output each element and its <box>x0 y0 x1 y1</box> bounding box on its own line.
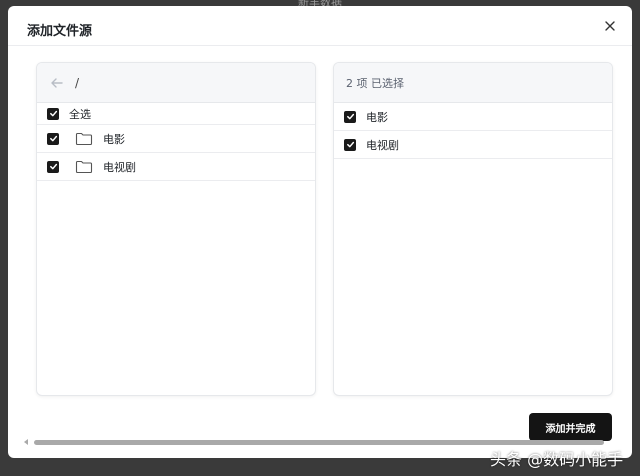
add-and-finish-button[interactable]: 添加并完成 <box>529 413 612 441</box>
check-icon <box>49 110 57 117</box>
close-button[interactable] <box>602 18 618 34</box>
selected-items-panel: 2 项 已选择 电影 电视剧 <box>333 62 613 396</box>
check-icon <box>346 141 354 148</box>
watermark: 头条 @数码小能手 <box>490 450 624 469</box>
list-item[interactable]: 电影 <box>37 125 315 153</box>
scroll-left-icon[interactable] <box>22 438 30 446</box>
select-all-checkbox[interactable] <box>47 107 59 120</box>
selected-item-checkbox[interactable] <box>344 138 356 151</box>
select-all-label: 全选 <box>69 107 91 121</box>
check-icon <box>49 163 57 170</box>
item-checkbox[interactable] <box>47 160 59 173</box>
selected-item[interactable]: 电影 <box>334 103 612 131</box>
dialog-header: 添加文件源 <box>8 6 632 46</box>
item-label: 电视剧 <box>103 160 136 174</box>
select-all-row[interactable]: 全选 <box>37 103 315 125</box>
selected-item-checkbox[interactable] <box>344 110 356 123</box>
browser-header: / <box>37 63 315 103</box>
selected-item-label: 电影 <box>366 110 388 124</box>
folder-icon <box>75 160 93 173</box>
close-icon <box>605 21 615 31</box>
dialog-title: 添加文件源 <box>27 24 93 39</box>
scrollbar-thumb[interactable] <box>34 440 604 445</box>
item-checkbox[interactable] <box>47 132 59 145</box>
selected-item-label: 电视剧 <box>366 138 399 152</box>
horizontal-scrollbar[interactable] <box>22 438 618 446</box>
item-label: 电影 <box>103 132 125 146</box>
check-icon <box>49 135 57 142</box>
check-icon <box>346 113 354 120</box>
source-browser-panel: / 全选 电影 电视剧 <box>36 62 316 396</box>
add-file-source-dialog: 添加文件源 / 全选 电影 电视剧 2 项 已选择 电影 电视剧 添加并完成 <box>8 6 632 458</box>
selected-header: 2 项 已选择 <box>334 63 612 103</box>
back-arrow-icon[interactable] <box>49 75 65 91</box>
list-item[interactable]: 电视剧 <box>37 153 315 181</box>
selected-count: 2 项 已选择 <box>346 76 404 90</box>
current-path: / <box>75 75 80 90</box>
folder-icon <box>75 132 93 145</box>
selected-item[interactable]: 电视剧 <box>334 131 612 159</box>
